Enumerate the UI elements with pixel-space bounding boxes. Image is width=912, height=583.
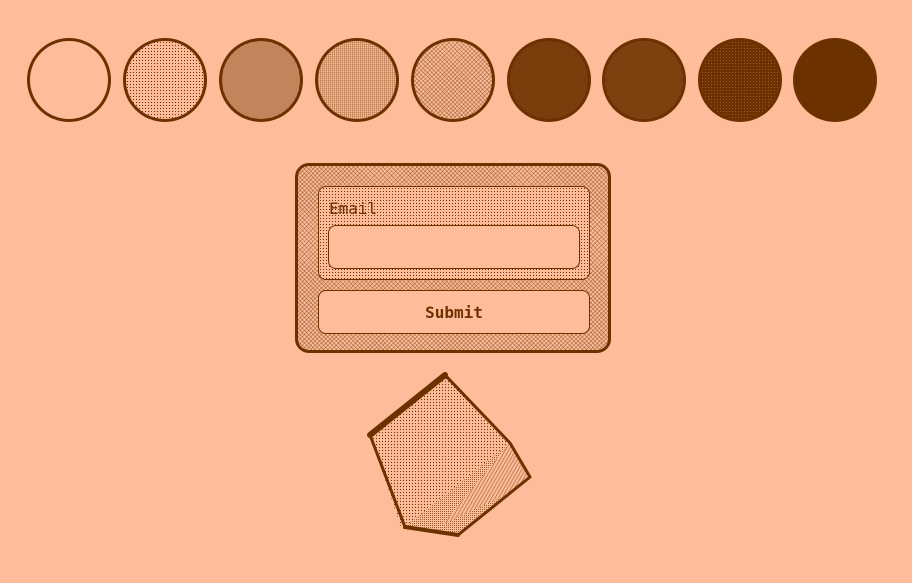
prism-svg xyxy=(367,372,532,537)
swatch-light-checker xyxy=(315,38,399,122)
swatch-dark-grid xyxy=(698,38,782,122)
prism-illustration xyxy=(360,365,540,545)
swatch-blank xyxy=(27,38,111,122)
dither-swatch-row xyxy=(0,0,912,150)
email-field-group: Email xyxy=(318,186,590,280)
submit-button[interactable]: Submit xyxy=(318,290,590,334)
email-form-card: Email Submit xyxy=(295,163,611,353)
email-label: Email xyxy=(329,199,378,218)
canvas: Email Submit xyxy=(0,0,912,583)
email-input[interactable] xyxy=(328,225,580,269)
swatch-fine-dots xyxy=(219,38,303,122)
swatch-crosshatch xyxy=(411,38,495,122)
swatch-darker-dots xyxy=(602,38,686,122)
swatch-solid xyxy=(793,38,877,122)
swatch-dense-dots xyxy=(507,38,591,122)
swatch-sparse-dots xyxy=(123,38,207,122)
